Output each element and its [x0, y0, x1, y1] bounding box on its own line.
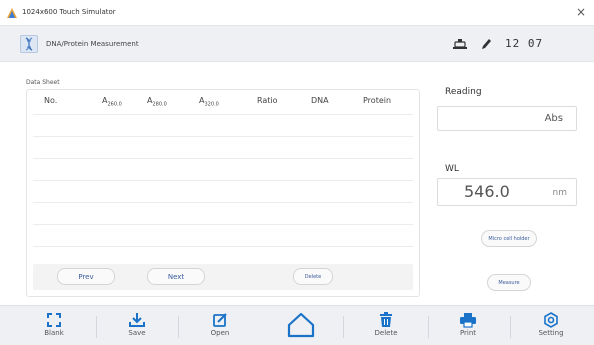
table-row[interactable]	[33, 246, 413, 247]
save-label: Save	[128, 329, 146, 337]
print-button[interactable]: Print	[450, 306, 486, 345]
toolbar-divider	[510, 316, 511, 338]
col-ratio: Ratio	[257, 96, 278, 105]
setting-button[interactable]: Setting	[533, 306, 569, 345]
clock: 12 07	[505, 37, 544, 50]
toolbar-divider	[96, 316, 97, 338]
table-row[interactable]	[33, 224, 413, 225]
save-button[interactable]: Save	[119, 306, 155, 345]
delete-row-button[interactable]: Delete	[293, 268, 333, 285]
col-a260: A260.0	[102, 96, 122, 108]
window-titlebar: 1024x600 Touch Simulator ×	[0, 0, 594, 26]
main-panel: Data Sheet No. A260.0 A280.0 A320.0 Rati…	[0, 62, 594, 305]
microscope-icon	[453, 39, 467, 49]
open-button[interactable]: Open	[202, 306, 238, 345]
gear-icon	[544, 312, 558, 328]
col-a280: A280.0	[147, 96, 167, 108]
reading-display: Abs	[437, 106, 577, 131]
next-button[interactable]: Next	[147, 268, 205, 285]
close-icon[interactable]: ×	[576, 5, 586, 19]
col-dna: DNA	[311, 96, 329, 105]
col-a320: A320.0	[199, 96, 219, 108]
wavelength-unit: nm	[552, 188, 567, 198]
table-row[interactable]	[33, 114, 413, 115]
mode-header: DNA/Protein Measurement 12 07	[0, 26, 594, 62]
table-row[interactable]	[33, 158, 413, 159]
window-title: 1024x600 Touch Simulator	[22, 8, 116, 16]
wl-label: WL	[445, 164, 459, 174]
wavelength-value: 546.0	[464, 182, 510, 201]
bottom-toolbar: Blank Save Open Delete Print Setting	[0, 305, 594, 345]
printer-icon	[460, 313, 476, 328]
open-label: Open	[210, 329, 230, 337]
reading-label: Reading	[445, 87, 482, 97]
blank-button[interactable]: Blank	[36, 306, 72, 345]
col-no: No.	[44, 96, 58, 105]
data-sheet-table: No. A260.0 A280.0 A320.0 Ratio DNA Prote…	[26, 89, 420, 297]
home-icon	[287, 312, 315, 338]
print-label: Print	[459, 329, 477, 337]
toolbar-divider	[343, 316, 344, 338]
prev-button[interactable]: Prev	[57, 268, 115, 285]
pen-icon	[482, 39, 491, 49]
col-protein: Protein	[363, 96, 392, 105]
blank-label: Blank	[44, 329, 64, 337]
table-footer: Prev Next Delete	[33, 264, 413, 290]
micro-cell-holder-button[interactable]: Micro cell holder	[481, 230, 537, 247]
measure-button[interactable]: Measure	[487, 274, 531, 291]
toolbar-divider	[178, 316, 179, 338]
delete-button[interactable]: Delete	[368, 306, 404, 345]
dna-icon	[20, 35, 38, 53]
reading-unit: Abs	[544, 113, 563, 124]
mode-title: DNA/Protein Measurement	[46, 40, 139, 48]
delete-label: Delete	[374, 329, 398, 337]
table-row[interactable]	[33, 180, 413, 181]
home-button[interactable]	[283, 306, 319, 345]
setting-label: Setting	[538, 329, 564, 337]
table-header: No. A260.0 A280.0 A320.0 Ratio DNA Prote…	[27, 90, 419, 112]
edit-icon	[213, 313, 227, 327]
data-sheet-label: Data Sheet	[26, 79, 60, 86]
wavelength-display[interactable]: 546.0 nm	[437, 178, 577, 206]
trash-icon	[380, 312, 392, 327]
download-icon	[129, 313, 145, 327]
app-icon	[7, 8, 17, 18]
table-row[interactable]	[33, 136, 413, 137]
toolbar-divider	[428, 316, 429, 338]
blank-icon	[47, 313, 61, 327]
table-row[interactable]	[33, 202, 413, 203]
